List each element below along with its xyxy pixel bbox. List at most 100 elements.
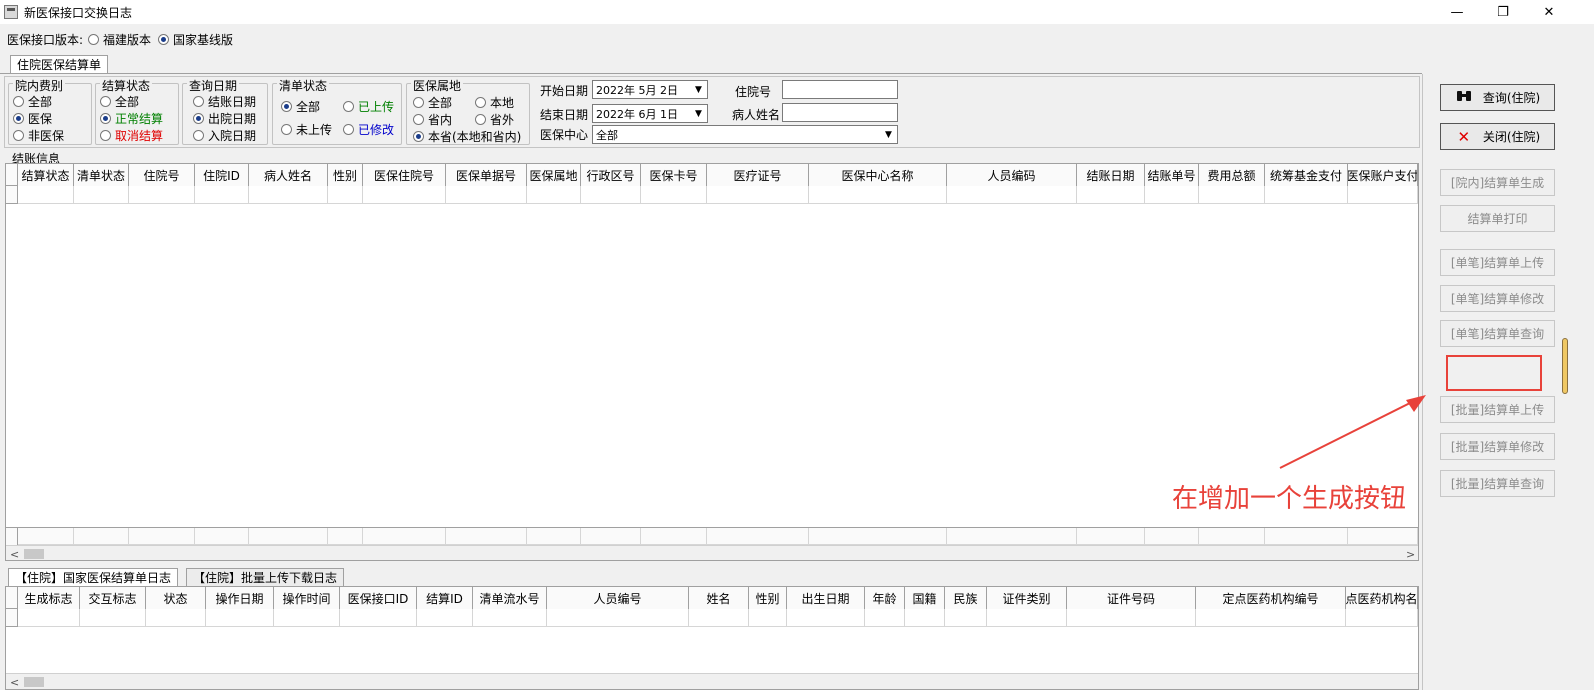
settle-grid-hscrollbar[interactable]: < > [6, 545, 1418, 560]
table-cell[interactable] [340, 609, 417, 627]
table-cell[interactable] [328, 186, 363, 204]
column-header[interactable]: 清单流水号 [473, 587, 547, 609]
table-cell[interactable] [446, 528, 527, 546]
scroll-thumb[interactable] [24, 677, 44, 687]
table-cell[interactable] [1348, 186, 1418, 204]
column-header[interactable]: 国籍 [905, 587, 945, 609]
column-header[interactable]: 清单状态 [74, 164, 129, 186]
column-header[interactable]: 民族 [945, 587, 987, 609]
table-cell[interactable] [74, 186, 129, 204]
settle-status-all[interactable]: 全部 [100, 93, 139, 110]
table-cell[interactable] [249, 186, 328, 204]
table-cell[interactable] [473, 609, 547, 627]
close-inpatient-button[interactable]: ✕ 关闭(住院) [1440, 123, 1555, 150]
table-cell[interactable] [206, 609, 274, 627]
query-date-discharge[interactable]: 出院日期 [193, 110, 256, 127]
start-date-picker[interactable]: 2022年 5月 2日 ▼ [592, 80, 708, 99]
column-header[interactable]: 年龄 [865, 587, 905, 609]
column-header[interactable]: 住院号 [129, 164, 195, 186]
column-header[interactable]: 费用总额 [1199, 164, 1265, 186]
fee-type-all[interactable]: 全部 [13, 93, 52, 110]
column-header[interactable]: 住院ID [195, 164, 249, 186]
column-header[interactable]: 结账日期 [1077, 164, 1145, 186]
query-date-settle[interactable]: 结账日期 [193, 93, 256, 110]
region-local[interactable]: 本地 [475, 94, 514, 111]
table-cell[interactable] [1265, 528, 1348, 546]
table-cell[interactable] [1077, 528, 1145, 546]
tab-inpatient-settlement[interactable]: 住院医保结算单 [10, 55, 109, 74]
column-header[interactable]: 人员编号 [547, 587, 689, 609]
column-header[interactable]: 证件号码 [1067, 587, 1196, 609]
column-header[interactable]: 病人姓名 [249, 164, 328, 186]
table-cell[interactable] [1077, 186, 1145, 204]
table-cell[interactable] [707, 528, 809, 546]
tab-batch-log[interactable]: 【住院】批量上传下载日志 [186, 568, 345, 587]
tab-settlement-log[interactable]: 【住院】国家医保结算单日志 [8, 568, 179, 587]
scroll-right-icon[interactable]: > [1406, 548, 1415, 560]
column-header[interactable]: 医保账户支付 [1348, 164, 1418, 186]
table-cell[interactable] [129, 528, 195, 546]
table-cell[interactable] [905, 609, 945, 627]
fee-type-non-insurance[interactable]: 非医保 [13, 127, 64, 144]
table-cell[interactable] [195, 528, 249, 546]
table-cell[interactable] [18, 186, 74, 204]
table-cell[interactable] [1145, 528, 1199, 546]
table-cell[interactable] [947, 528, 1077, 546]
close-window-button[interactable]: ✕ [1526, 0, 1572, 24]
region-province-all[interactable]: 本省(本地和省内) [413, 128, 521, 145]
table-cell[interactable] [363, 528, 446, 546]
list-status-all[interactable]: 全部 [281, 98, 320, 115]
table-cell[interactable] [1199, 186, 1265, 204]
table-cell[interactable] [749, 609, 787, 627]
center-select[interactable]: 全部 ▼ [592, 125, 898, 144]
single-modify-button[interactable]: [单笔]结算单修改 [1440, 285, 1555, 312]
column-header[interactable]: 结算ID [417, 587, 473, 609]
fee-type-insurance[interactable]: 医保 [13, 110, 52, 127]
side-handle[interactable] [1562, 338, 1568, 394]
table-cell[interactable] [809, 528, 947, 546]
table-cell[interactable] [787, 609, 865, 627]
table-row[interactable] [18, 186, 1418, 204]
patient-name-input[interactable] [782, 103, 898, 122]
table-cell[interactable] [1199, 528, 1265, 546]
column-header[interactable]: 姓名 [689, 587, 749, 609]
table-cell[interactable] [274, 609, 340, 627]
table-cell[interactable] [1265, 186, 1348, 204]
scroll-left-icon[interactable]: < [10, 548, 19, 560]
column-header[interactable]: 结算状态 [18, 164, 74, 186]
list-status-modified[interactable]: 已修改 [343, 121, 394, 138]
query-date-admission[interactable]: 入院日期 [193, 127, 256, 144]
log-grid[interactable]: 生成标志 交互标志 状态 操作日期 操作时间 医保接口ID 结算ID 清单流水号 人员编号 姓名性… [5, 586, 1419, 690]
table-cell[interactable] [363, 186, 446, 204]
column-header[interactable]: 医保单据号 [446, 164, 527, 186]
column-header[interactable]: 人员编码 [947, 164, 1077, 186]
table-cell[interactable] [809, 186, 947, 204]
column-header[interactable]: 交互标志 [80, 587, 146, 609]
generate-settlement-button[interactable]: [院内]结算单生成 [1440, 169, 1555, 196]
version-option-national[interactable]: 国家基线版 [158, 31, 233, 48]
column-header[interactable]: 医保属地 [527, 164, 581, 186]
column-header[interactable]: 生成标志 [18, 587, 80, 609]
list-status-uploaded[interactable]: 已上传 [343, 98, 394, 115]
table-cell[interactable] [74, 528, 129, 546]
version-option-fujian[interactable]: 福建版本 [88, 31, 151, 48]
table-cell[interactable] [1145, 186, 1199, 204]
column-header[interactable]: 证件类别 [987, 587, 1067, 609]
table-cell[interactable] [249, 528, 328, 546]
table-cell[interactable] [1067, 609, 1196, 627]
column-header[interactable]: 医保卡号 [641, 164, 707, 186]
minimize-button[interactable]: — [1434, 0, 1480, 24]
table-cell[interactable] [446, 186, 527, 204]
scroll-thumb[interactable] [24, 549, 44, 559]
table-cell[interactable] [581, 528, 641, 546]
column-header[interactable]: 状态 [146, 587, 206, 609]
table-cell[interactable] [865, 609, 905, 627]
column-header[interactable]: 操作日期 [206, 587, 274, 609]
column-header[interactable]: 性别 [328, 164, 363, 186]
maximize-button[interactable]: ❐ [1480, 0, 1526, 24]
query-inpatient-button[interactable]: 查询(住院) [1440, 84, 1555, 111]
column-header[interactable]: 出生日期 [787, 587, 865, 609]
table-cell[interactable] [1348, 528, 1418, 546]
column-header[interactable]: 医疗证号 [707, 164, 809, 186]
scroll-left-icon[interactable]: < [10, 676, 19, 689]
